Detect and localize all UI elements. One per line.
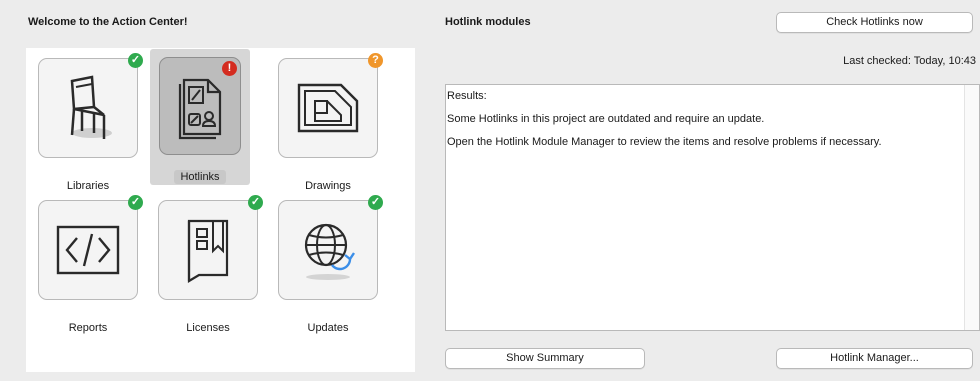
tile-licenses-frame: ✓ xyxy=(158,195,263,300)
left-panel-title: Welcome to the Action Center! xyxy=(28,16,188,28)
status-warning-icon: ? xyxy=(368,53,383,68)
show-summary-button[interactable]: Show Summary xyxy=(445,348,645,369)
tile-hotlinks[interactable]: ! Hotlinks xyxy=(150,49,250,189)
tile-licenses[interactable]: ✓ Licenses xyxy=(158,195,263,340)
chair-icon xyxy=(70,75,112,139)
status-ok-icon: ✓ xyxy=(128,53,143,68)
tile-licenses-label: Licenses xyxy=(186,322,230,334)
tile-libraries[interactable]: ✓ Libraries xyxy=(38,53,143,198)
tile-libraries-label: Libraries xyxy=(66,180,110,192)
license-book-icon xyxy=(187,219,229,283)
drawing-sheet-icon xyxy=(297,83,359,133)
results-heading: Results: xyxy=(447,90,487,102)
status-error-icon: ! xyxy=(222,61,237,76)
code-report-icon xyxy=(56,225,120,275)
hotlink-manager-button[interactable]: Hotlink Manager... xyxy=(776,348,973,369)
tile-updates[interactable]: ✓ Updates xyxy=(278,195,383,340)
status-ok-icon: ✓ xyxy=(248,195,263,210)
action-center-tiles-panel: ✓ Libraries ! Hotlinks ? Drawings ✓ Repo… xyxy=(26,48,415,372)
results-line: Open the Hotlink Module Manager to revie… xyxy=(447,136,882,148)
last-checked-timestamp: Last checked: Today, 10:43 xyxy=(843,55,976,67)
hotlink-document-icon xyxy=(178,78,222,140)
tile-drawings[interactable]: ? Drawings xyxy=(278,53,383,198)
tile-updates-frame: ✓ xyxy=(278,195,383,300)
results-scrollbar[interactable] xyxy=(964,85,979,330)
results-text-area[interactable]: Results: Some Hotlinks in this project a… xyxy=(445,84,980,331)
right-panel-title: Hotlink modules xyxy=(445,16,531,28)
tile-updates-label: Updates xyxy=(307,322,349,334)
tile-reports-label: Reports xyxy=(68,322,108,334)
status-ok-icon: ✓ xyxy=(128,195,143,210)
tile-libraries-frame: ✓ xyxy=(38,53,143,158)
tile-hotlinks-frame: ! xyxy=(159,57,241,155)
tile-drawings-label: Drawings xyxy=(305,180,351,192)
tile-reports[interactable]: ✓ Reports xyxy=(38,195,143,340)
status-ok-icon: ✓ xyxy=(368,195,383,210)
tile-drawings-frame: ? xyxy=(278,53,383,158)
globe-update-icon xyxy=(304,223,355,280)
tile-hotlinks-label: Hotlinks xyxy=(150,170,250,184)
check-hotlinks-button[interactable]: Check Hotlinks now xyxy=(776,12,973,33)
tile-reports-frame: ✓ xyxy=(38,195,143,300)
results-line: Some Hotlinks in this project are outdat… xyxy=(447,113,765,125)
